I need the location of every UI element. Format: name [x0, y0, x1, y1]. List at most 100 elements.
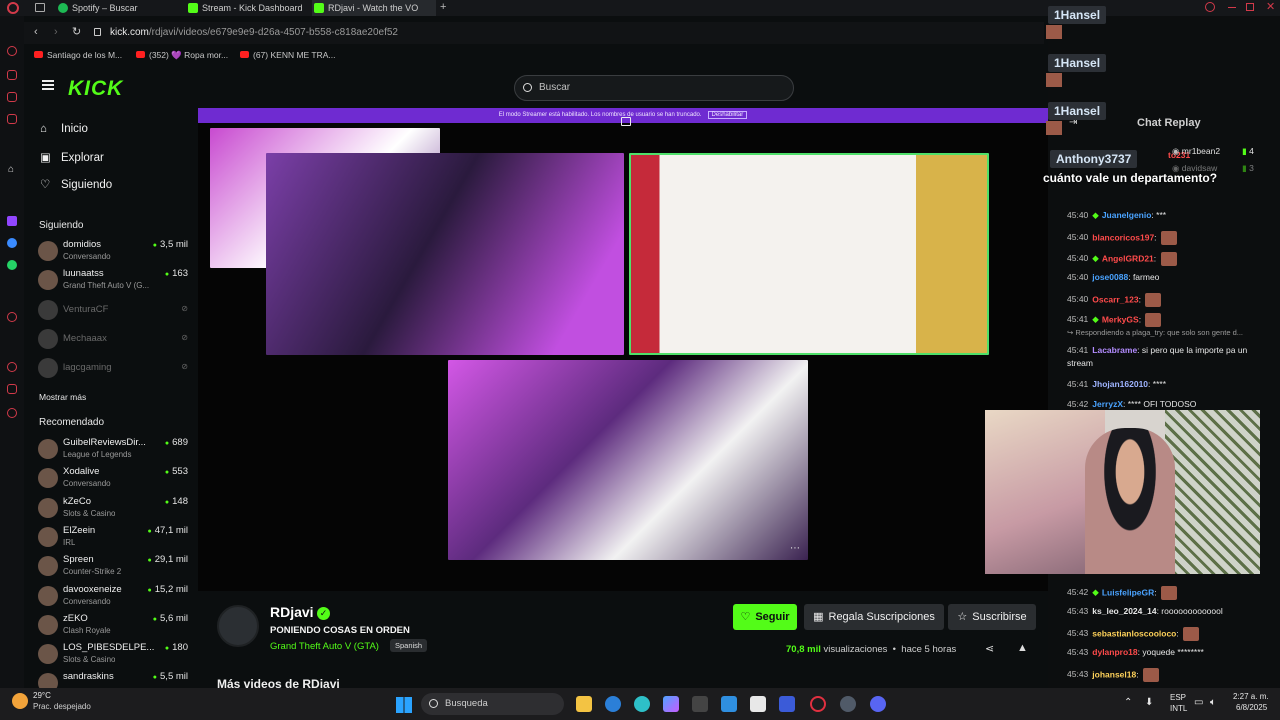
sidebar-channel[interactable]: ElZeeinIRL 47,1 mil [38, 523, 188, 551]
kick-logo[interactable]: KICK [68, 77, 123, 101]
hamburger-menu-icon[interactable] [42, 80, 54, 90]
reload-icon[interactable]: ↻ [72, 25, 81, 38]
discord-icon[interactable] [870, 696, 886, 712]
sidebar-channel[interactable]: SpreenCounter-Strike 2 29,1 mil [38, 552, 188, 580]
sidebar-channel[interactable]: VenturaCF ⊘ [38, 296, 188, 324]
chat-message[interactable]: 45:40 jose0088: farmeo [1067, 272, 1277, 282]
chat-username[interactable]: MerkyGS [1102, 314, 1139, 324]
store-icon[interactable] [605, 696, 621, 712]
notepad-icon[interactable] [750, 696, 766, 712]
sidebar-channel[interactable]: zEKOClash Royale 5,6 mil [38, 611, 188, 639]
clock-date[interactable]: 6/8/2025 [1236, 703, 1267, 712]
chat-message[interactable]: 45:43 ks_leo_2024_14: rooooooooooool [1067, 606, 1277, 616]
sidebar-settings-icon[interactable] [7, 408, 17, 418]
tray-chevron-icon[interactable]: ⌃ [1124, 697, 1132, 708]
weather-icon[interactable] [12, 693, 28, 709]
bookmark-item[interactable]: (67) KENN ME TRA... [240, 50, 336, 60]
sidebar-whatsapp-icon[interactable] [7, 260, 17, 270]
disable-streamer-mode-button[interactable]: Deshabilitar [707, 111, 748, 119]
close-window-icon[interactable]: ✕ [1266, 0, 1275, 13]
chat-message[interactable]: 45:40 ◆ AngelGRD21: [1067, 252, 1277, 266]
sidebar-history-icon[interactable] [7, 362, 17, 372]
tab-rdjavi-vod[interactable]: RDjavi - Watch the VO [312, 0, 436, 16]
sidebar-channel[interactable]: davooxeneizeConversando 15,2 mil [38, 582, 188, 610]
sidebar-instagram-icon[interactable] [7, 92, 17, 102]
channel-name[interactable]: RDjavi [270, 604, 314, 620]
sidebar-channel[interactable]: LOS_PIBESDELPE...Slots & Casino 180 [38, 640, 188, 668]
maximize-icon[interactable] [1246, 3, 1254, 11]
gift-subs-button[interactable]: ▦ Regala Suscripciones [804, 604, 944, 630]
minimize-icon[interactable] [1228, 7, 1236, 8]
search-tabs-icon[interactable] [1205, 2, 1215, 12]
chat-message[interactable]: 45:42 JerryzX: **** OFI TODOSO [1067, 399, 1277, 409]
subscribe-button[interactable]: ☆ Suscribirse [948, 604, 1036, 630]
follow-button[interactable]: ♡ Seguir [733, 604, 797, 630]
chat-username[interactable]: jose0088 [1092, 272, 1128, 282]
volume-icon[interactable]: 🔈︎ [1210, 697, 1216, 708]
chat-username[interactable]: JerryzX [1092, 399, 1123, 409]
nav-explore[interactable]: ▣ Explorar [40, 150, 104, 164]
url-text[interactable]: kick.com/rdjavi/videos/e679e9e9-d26a-450… [110, 27, 398, 38]
sidebar-twitch-icon[interactable] [7, 216, 17, 226]
sidebar-channel[interactable]: domidios Conversando 3,5 mil [38, 237, 188, 265]
chat-message[interactable]: 45:42 ◆ LuisfelipeGR: [1067, 586, 1277, 600]
bookmark-item[interactable]: (352) 💜 Ropa mor... [136, 50, 228, 61]
sidebar-channel[interactable]: lagcgaming ⊘ [38, 354, 188, 382]
chat-message[interactable]: 45:40 Oscarr_123: [1067, 293, 1277, 307]
nav-home[interactable]: ⌂ Inicio [40, 123, 88, 135]
photos-icon[interactable] [721, 696, 737, 712]
nav-following[interactable]: ♡ Siguiendo [40, 177, 112, 191]
chat-username[interactable]: Oscarr_123 [1092, 294, 1138, 304]
chat-message[interactable]: 45:43 sebastianloscooloco: [1067, 627, 1277, 641]
video-player[interactable]: ⋯ [198, 117, 1048, 591]
tab-sidebar-icon[interactable] [35, 3, 45, 12]
tab-spotify[interactable]: Spotify – Buscar [56, 0, 176, 16]
chat-username[interactable]: LuisfelipeGR [1102, 587, 1154, 597]
sidebar-channel[interactable]: kZeCoSlots & Casino 148 [38, 494, 188, 522]
sidebar-aria-icon[interactable] [7, 70, 17, 80]
tab-kick-dashboard[interactable]: Stream - Kick Dashboard [186, 0, 306, 16]
sidebar-channel[interactable]: Mechaaax ⊘ [38, 325, 188, 353]
stream-category[interactable]: Grand Theft Auto V (GTA) [270, 641, 379, 652]
taskbar-search-input[interactable]: Busqueda [421, 693, 564, 715]
report-icon[interactable]: ▲ [1017, 642, 1028, 654]
network-icon[interactable]: ▭ [1194, 697, 1203, 708]
back-icon[interactable]: ‹ [34, 26, 38, 38]
sidebar-messenger-icon[interactable] [7, 238, 17, 248]
new-tab-button[interactable]: + [440, 1, 446, 13]
share-icon[interactable]: ⋖ [985, 642, 994, 655]
app-icon[interactable] [692, 696, 708, 712]
chat-username[interactable]: blancoricos197 [1092, 232, 1154, 242]
chat-message[interactable]: 45:41 Jhojan162010: **** [1067, 379, 1277, 389]
sidebar-player-icon[interactable] [7, 312, 17, 322]
file-explorer-icon[interactable] [576, 696, 592, 712]
bookmark-item[interactable]: Santiago de los M... [34, 50, 122, 60]
show-more-link[interactable]: Mostrar más [39, 392, 86, 402]
picture-in-picture-icon[interactable] [621, 117, 631, 126]
opera-icon[interactable] [810, 696, 826, 712]
sidebar-pin-icon[interactable] [7, 384, 17, 394]
video-options-icon[interactable]: ⋯ [790, 543, 800, 554]
chat-message[interactable]: 45:41 Lacabrame: si pero que la importe p… [1067, 345, 1277, 355]
chat-username[interactable]: sebastianloscooloco [1092, 628, 1176, 638]
chat-message[interactable]: 45:40 blancoricos197: [1067, 231, 1277, 245]
chat-username[interactable]: johansel18 [1092, 669, 1136, 679]
clock-time[interactable]: 2:27 a. m. [1233, 692, 1269, 701]
chat-username[interactable]: AngelGRD21 [1102, 253, 1154, 263]
weather-desc[interactable]: Prac. despejado [33, 702, 91, 711]
search-input[interactable]: Buscar [514, 75, 794, 101]
forward-icon[interactable]: › [54, 26, 58, 38]
sidebar-kick-icon[interactable]: ⌂ [8, 164, 14, 175]
input-language-top[interactable]: ESP [1170, 693, 1186, 702]
chat-message[interactable]: 45:43 dylanpro18: yoquede ******** [1067, 647, 1277, 657]
chat-username[interactable]: Lacabrame [1092, 345, 1137, 355]
sidebar-channel[interactable]: XodaliveConversando 553 [38, 464, 188, 492]
app-icon[interactable] [779, 696, 795, 712]
language-badge[interactable]: Spanish [390, 639, 428, 652]
weather-temp[interactable]: 29°C [33, 691, 51, 700]
chat-username[interactable]: Juanelgenio [1102, 210, 1152, 220]
chat-username[interactable]: Jhojan162010 [1092, 379, 1148, 389]
chat-message[interactable]: stream [1067, 358, 1277, 368]
edge-icon[interactable] [634, 696, 650, 712]
start-icon[interactable] [396, 697, 412, 713]
